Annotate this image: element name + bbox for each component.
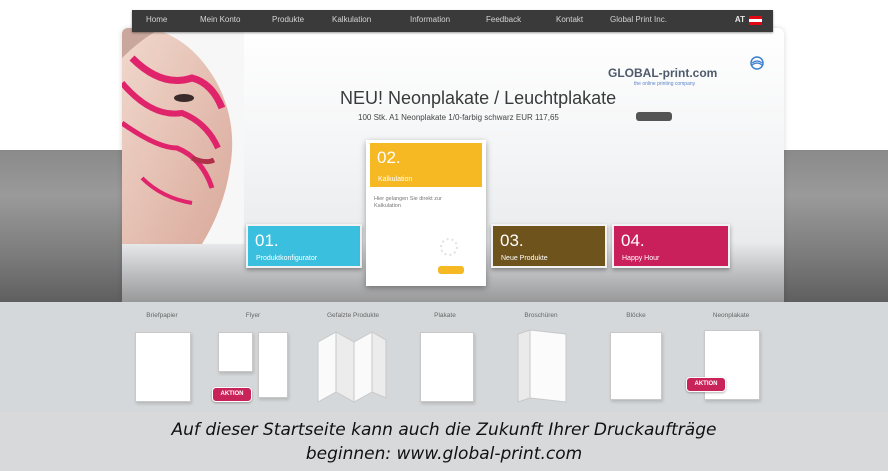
product-poster-image[interactable] — [420, 332, 474, 402]
product-label-letterhead[interactable]: Briefpapier — [146, 312, 177, 319]
language-selector[interactable]: AT — [735, 15, 745, 24]
nav-item-contact[interactable]: Kontakt — [556, 15, 583, 24]
tile-label: Produktkonfigurator — [256, 255, 318, 262]
image-caption: Auf dieser Startseite kann auch die Zuku… — [0, 412, 888, 471]
austria-flag-icon[interactable] — [749, 16, 762, 25]
tile-number: 03. — [500, 231, 524, 250]
calculation-card-text: Hier gelangen Sie direkt zur Kalkulation — [374, 196, 442, 209]
nav-item-home[interactable]: Home — [146, 15, 167, 24]
nav-item-global-print[interactable]: Global Print Inc. — [610, 15, 667, 24]
tile-happy-hour[interactable]: 04. Happy Hour — [612, 224, 730, 268]
product-label-brochures[interactable]: Broschüren — [524, 312, 557, 319]
brand-logo[interactable]: GLOBAL-print.com — [608, 66, 717, 80]
product-brochure-image[interactable] — [516, 328, 568, 404]
nav-item-calculation[interactable]: Kalkulation — [332, 15, 371, 24]
tile-number: 02. — [377, 148, 401, 167]
tile-label: Happy Hour — [622, 255, 660, 262]
product-categories: Briefpapier Flyer Gefalzte Produkte Plak… — [0, 302, 888, 412]
product-flyer-image-small[interactable] — [218, 332, 253, 372]
product-letterhead-image[interactable] — [135, 332, 191, 402]
product-label-neon-posters[interactable]: Neonplakate — [713, 312, 750, 319]
loading-spinner-icon — [440, 238, 458, 256]
flyer-promo-badge[interactable]: AKTION — [212, 387, 252, 402]
neon-poster-promo-badge[interactable]: AKTION — [686, 377, 726, 392]
brand-tagline: the online printing company — [634, 81, 696, 87]
tile-new-products[interactable]: 03. Neue Produkte — [491, 224, 607, 268]
nav-item-feedback[interactable]: Feedback — [486, 15, 521, 24]
product-flyer-image-tall[interactable] — [258, 332, 288, 398]
top-navigation: Home Mein Konto Produkte Kalkulation Inf… — [132, 10, 773, 32]
tile-product-configurator[interactable]: 01. Produktkonfigurator — [246, 224, 362, 268]
nav-item-information[interactable]: Information — [410, 15, 450, 24]
nav-item-account[interactable]: Mein Konto — [200, 15, 240, 24]
caption-line-2: beginnen: www.global-print.com — [305, 444, 583, 464]
product-pads-image[interactable] — [610, 332, 662, 400]
product-label-posters[interactable]: Plakate — [434, 312, 456, 319]
tile-number: 04. — [621, 231, 645, 250]
product-label-flyer[interactable]: Flyer — [246, 312, 260, 319]
tile-calculation-card[interactable]: 02. Kalkulation Hier gelangen Sie direkt… — [366, 140, 486, 286]
nav-item-products[interactable]: Produkte — [272, 15, 304, 24]
tile-label: Kalkulation — [378, 176, 413, 183]
hero-subline: 100 Stk. A1 Neonplakate 1/0-farbig schwa… — [358, 113, 559, 122]
product-label-pads[interactable]: Blöcke — [626, 312, 646, 319]
hero-headline: NEU! Neonplakate / Leuchtplakate — [340, 88, 617, 108]
more-info-button[interactable] — [636, 112, 672, 121]
globe-logo-icon — [750, 56, 764, 70]
calculation-go-button[interactable] — [438, 266, 464, 274]
model-face-image — [122, 28, 244, 244]
calculation-card-header: 02. Kalkulation — [370, 143, 482, 187]
tile-number: 01. — [255, 231, 279, 250]
tile-label: Neue Produkte — [501, 255, 548, 262]
caption-line-1: Auf dieser Startseite kann auch die Zuku… — [171, 420, 717, 440]
product-label-folded[interactable]: Gefalzte Produkte — [327, 312, 379, 319]
product-folded-image[interactable] — [316, 330, 388, 404]
